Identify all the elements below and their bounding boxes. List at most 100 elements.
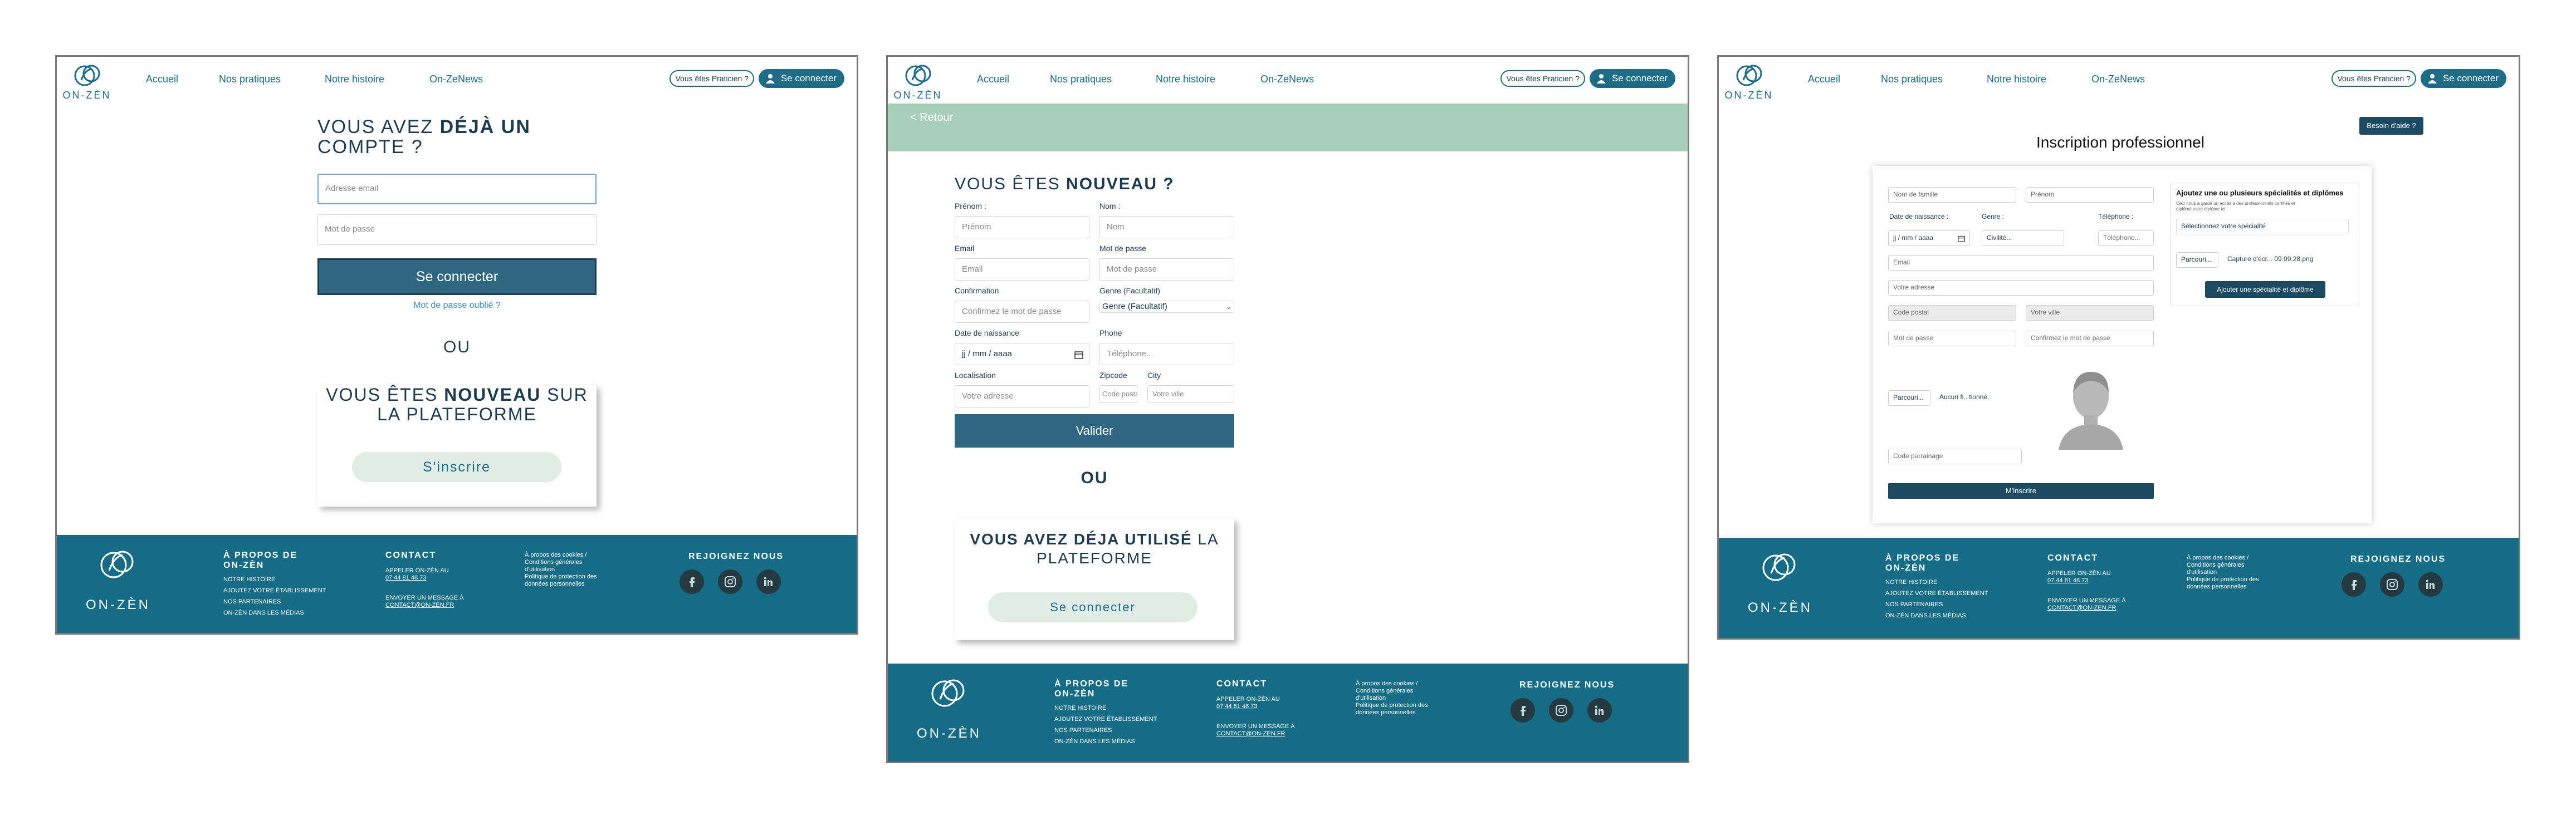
firstname-input[interactable]: Prénom	[2026, 187, 2154, 203]
specialty-select[interactable]: Sélectionnez votre spécialité	[2176, 219, 2349, 234]
phone-input[interactable]: Téléphone...	[1099, 343, 1234, 365]
validate-button[interactable]: Valider	[955, 414, 1234, 448]
footer-legal[interactable]: À propos des cookies /	[2187, 554, 2248, 562]
password-input[interactable]: Mot de passe	[1099, 258, 1234, 281]
nav-histoire[interactable]: Notre histoire	[325, 73, 384, 85]
logo[interactable]: ON-ZÈN	[59, 63, 115, 101]
linkedin-icon[interactable]	[1587, 698, 1612, 723]
zipcode-input[interactable]: Code posta	[1099, 385, 1137, 403]
footer-link[interactable]: ON-ZÈN DANS LES MÉDIAS	[1885, 612, 1966, 620]
footer-legal[interactable]: données personnelles	[2187, 583, 2247, 591]
footer-link[interactable]: NOTRE HISTOIRE	[1054, 705, 1106, 712]
footer-phone-link[interactable]: 07 44 81 48 73	[1216, 703, 1257, 710]
footer-legal[interactable]: Politique de protection des	[2187, 576, 2259, 583]
connect-button[interactable]: Se connecter	[1590, 69, 1675, 88]
footer-email-link[interactable]: CONTACT@ON-ZEN.FR	[2047, 605, 2116, 612]
footer-legal[interactable]: Conditions générales	[1356, 688, 1413, 695]
footer-phone-link[interactable]: 07 44 81 48 73	[385, 575, 426, 582]
email-input[interactable]: Email	[1888, 255, 2154, 271]
footer-legal[interactable]: d'utilisation	[525, 566, 555, 573]
nav-pratiques[interactable]: Nos pratiques	[1050, 73, 1112, 85]
logo[interactable]: ON-ZÈN	[1721, 63, 1777, 101]
footer-link[interactable]: NOS PARTENAIRES	[1054, 727, 1112, 734]
confirm-password-input[interactable]: Confirmez le mot de passe	[2026, 331, 2154, 346]
city-input[interactable]: Votre ville	[2026, 305, 2154, 321]
birth-date-input[interactable]: jj / mm / aaaa	[955, 343, 1089, 365]
connect-button[interactable]: Se connecter	[2421, 69, 2506, 88]
pro-button[interactable]: Vous êtes Praticien ?	[2331, 70, 2416, 87]
nav-accueil[interactable]: Accueil	[146, 73, 178, 85]
facebook-icon[interactable]	[680, 569, 704, 594]
footer-email-link[interactable]: CONTACT@ON-ZEN.FR	[385, 602, 454, 609]
email-input[interactable]: Adresse email	[317, 174, 597, 204]
back-link[interactable]: < Retour	[910, 111, 953, 124]
register-button[interactable]: S'inscrire	[352, 452, 561, 482]
logo[interactable]: ON-ZÈN	[890, 63, 946, 101]
register-pro-button[interactable]: M'inscrire	[1888, 483, 2154, 499]
nav-onzenews[interactable]: On-ZeNews	[2091, 73, 2145, 85]
nav-pratiques[interactable]: Nos pratiques	[1881, 73, 1943, 85]
address-input[interactable]: Votre adresse	[955, 385, 1089, 407]
login-submit-button[interactable]: Se connecter	[317, 258, 597, 295]
footer-legal[interactable]: Conditions générales	[525, 559, 582, 566]
gender-select[interactable]: Civilité...	[1982, 230, 2064, 246]
nav-accueil[interactable]: Accueil	[1808, 73, 1840, 85]
facebook-icon[interactable]	[1511, 698, 1535, 723]
course-button[interactable]: Parcouri...	[1888, 390, 1930, 406]
instagram-icon[interactable]	[1549, 698, 1573, 723]
nav-histoire[interactable]: Notre histoire	[1156, 73, 1215, 85]
forgot-password-link[interactable]: Mot de passe oublié ?	[317, 301, 597, 311]
instagram-icon[interactable]	[2380, 572, 2404, 597]
nav-pratiques[interactable]: Nos pratiques	[219, 73, 281, 85]
password-input[interactable]: Mot de passe	[317, 214, 597, 245]
footer-link[interactable]: AJOUTEZ VOTRE ÉTABLISSEMENT	[1885, 590, 1988, 597]
footer-legal[interactable]: À propos des cookies /	[525, 552, 586, 559]
footer-legal[interactable]: données personnelles	[525, 581, 585, 588]
footer-legal[interactable]: Politique de protection des	[1356, 702, 1428, 709]
lastname-input[interactable]: Nom	[1099, 216, 1234, 238]
address-input[interactable]: Votre adresse	[1888, 280, 2154, 296]
nav-histoire[interactable]: Notre histoire	[1987, 73, 2046, 85]
specialty-course-button[interactable]: Parcouri...	[2176, 252, 2218, 268]
zipcode-input[interactable]: Code postal	[1888, 305, 2016, 321]
facebook-icon[interactable]	[2342, 572, 2366, 597]
linkedin-icon[interactable]	[756, 569, 781, 594]
confirm-password-input[interactable]: Confirmez le mot de passe	[955, 301, 1089, 323]
footer-link[interactable]: NOS PARTENAIRES	[223, 598, 281, 606]
footer-link[interactable]: NOS PARTENAIRES	[1885, 601, 1943, 608]
footer-legal[interactable]: d'utilisation	[2187, 569, 2217, 576]
pro-button[interactable]: Vous êtes Praticien ?	[669, 70, 754, 87]
footer-phone-link[interactable]: 07 44 81 48 73	[2047, 577, 2088, 585]
pro-button[interactable]: Vous êtes Praticien ?	[1500, 70, 1585, 87]
footer-link[interactable]: NOTRE HISTOIRE	[1885, 579, 1937, 586]
gender-select[interactable]: Genre (Facultatif) ⌄	[1099, 301, 1234, 313]
footer-link[interactable]: ON-ZÈN DANS LES MÉDIAS	[223, 610, 304, 617]
firstname-input[interactable]: Prénom	[955, 216, 1089, 238]
connect-button[interactable]: Se connecter	[759, 69, 844, 88]
add-specialty-button[interactable]: Ajouter une spécialité et diplôme	[2205, 281, 2325, 298]
city-input[interactable]: Votre ville	[1147, 385, 1234, 403]
footer-link[interactable]: NOTRE HISTOIRE	[223, 576, 275, 583]
birth-date-input[interactable]: jj / mm / aaaa	[1888, 230, 1970, 246]
footer-link[interactable]: AJOUTEZ VOTRE ÉTABLISSEMENT	[223, 587, 326, 595]
email-input[interactable]: Email	[955, 258, 1089, 281]
footer-link[interactable]: AJOUTEZ VOTRE ÉTABLISSEMENT	[1054, 716, 1157, 723]
phone-input[interactable]: Téléphone...	[2098, 230, 2154, 246]
footer-legal[interactable]: d'utilisation	[1356, 695, 1386, 702]
nav-accueil[interactable]: Accueil	[977, 73, 1009, 85]
footer-legal[interactable]: À propos des cookies /	[1356, 680, 1417, 688]
footer-link[interactable]: ON-ZÈN DANS LES MÉDIAS	[1054, 738, 1135, 745]
footer-email-link[interactable]: CONTACT@ON-ZEN.FR	[1216, 730, 1285, 738]
lastname-input[interactable]: Nom de famille	[1888, 187, 2016, 203]
footer-legal[interactable]: Conditions générales	[2187, 562, 2244, 569]
password-input[interactable]: Mot de passe	[1888, 331, 2016, 346]
footer-legal[interactable]: données personnelles	[1356, 709, 1416, 716]
footer-legal[interactable]: Politique de protection des	[525, 573, 597, 581]
login-button[interactable]: Se connecter	[988, 592, 1197, 622]
help-button[interactable]: Besoin d'aide ?	[2359, 117, 2423, 135]
nav-onzenews[interactable]: On-ZeNews	[1260, 73, 1314, 85]
referral-input[interactable]: Code parrainage	[1888, 449, 2022, 464]
nav-onzenews[interactable]: On-ZeNews	[429, 73, 483, 85]
instagram-icon[interactable]	[718, 569, 742, 594]
linkedin-icon[interactable]	[2418, 572, 2443, 597]
